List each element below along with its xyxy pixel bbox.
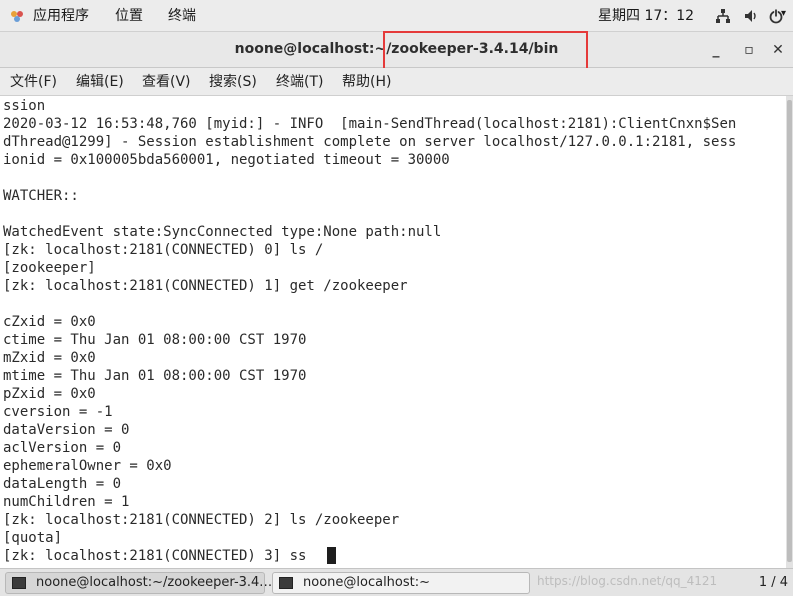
- top-bar: 应用程序 位置 终端 星期四 17：12 ▾: [0, 0, 793, 32]
- terminal-line: dataVersion = 0: [3, 422, 130, 438]
- applications-icon: [11, 11, 23, 22]
- terminal-icon: [279, 577, 293, 589]
- terminal-line: dataLength = 0: [3, 476, 122, 492]
- terminal-line: ephemeralOwner = 0x0: [3, 458, 172, 474]
- menu-file[interactable]: 文件(F): [10, 73, 57, 91]
- clock[interactable]: 星期四 17：12: [598, 7, 694, 25]
- terminal-line: dThread@1299] - Session establishment co…: [3, 134, 737, 150]
- terminal-line: mZxid = 0x0: [3, 350, 96, 366]
- terminal-app-menu[interactable]: 终端: [168, 7, 196, 25]
- taskbar-item-terminal-bin[interactable]: noone@localhost:~/zookeeper-3.4.…: [5, 572, 276, 594]
- terminal-line: 2020-03-12 16:53:48,760 [myid:] - INFO […: [3, 116, 737, 132]
- terminal-line: mtime = Thu Jan 01 08:00:00 CST 1970: [3, 368, 307, 384]
- terminal-prompt-line: [zk: localhost:2181(CONNECTED) 3] ss: [3, 548, 307, 564]
- terminal-line: cversion = -1: [3, 404, 113, 420]
- menu-bar: 文件(F) 编辑(E) 查看(V) 搜索(S) 终端(T) 帮助(H): [0, 68, 793, 96]
- volume-icon[interactable]: [743, 8, 759, 24]
- applications-menu[interactable]: 应用程序: [33, 7, 89, 25]
- terminal-output[interactable]: ssion 2020-03-12 16:53:48,760 [myid:] - …: [0, 96, 786, 568]
- terminal-line: ionid = 0x100005bda560001, negotiated ti…: [3, 152, 450, 168]
- menu-help[interactable]: 帮助(H): [342, 73, 391, 91]
- text-cursor: [327, 547, 336, 564]
- taskbar-item-terminal-home[interactable]: noone@localhost:~: [272, 572, 530, 594]
- terminal-line: [quota]: [3, 530, 63, 546]
- taskbar-item-label: noone@localhost:~/zookeeper-3.4.…: [36, 575, 277, 590]
- maximize-button[interactable]: ▫: [739, 42, 759, 58]
- network-icon[interactable]: [715, 8, 731, 24]
- menu-search[interactable]: 搜索(S): [209, 73, 257, 91]
- terminal-line: aclVersion = 0: [3, 440, 122, 456]
- terminal-line: [zk: localhost:2181(CONNECTED) 1] get /z…: [3, 278, 408, 294]
- terminal-line: pZxid = 0x0: [3, 386, 96, 402]
- terminal-line: ctime = Thu Jan 01 08:00:00 CST 1970: [3, 332, 307, 348]
- terminal-line: ssion: [3, 98, 46, 114]
- taskbar-item-label: noone@localhost:~: [303, 575, 431, 590]
- terminal-line: [zookeeper]: [3, 260, 96, 276]
- menu-edit[interactable]: 编辑(E): [76, 73, 124, 91]
- terminal-line: [zk: localhost:2181(CONNECTED) 2] ls /zo…: [3, 512, 400, 528]
- watermark: https://blog.csdn.net/qq_4121: [537, 574, 718, 588]
- window-list-bar: noone@localhost:~/zookeeper-3.4.… noone@…: [0, 568, 793, 596]
- workspace-pager[interactable]: 1 / 4: [754, 573, 788, 593]
- close-button[interactable]: ✕: [768, 42, 788, 58]
- minimize-button[interactable]: _: [706, 42, 726, 58]
- menu-terminal[interactable]: 终端(T): [276, 73, 323, 91]
- places-menu[interactable]: 位置: [115, 7, 143, 25]
- terminal-line: [zk: localhost:2181(CONNECTED) 0] ls /: [3, 242, 324, 258]
- terminal-icon: [12, 577, 26, 589]
- terminal-line: numChildren = 1: [3, 494, 130, 510]
- terminal-line: cZxid = 0x0: [3, 314, 96, 330]
- terminal-line: WatchedEvent state:SyncConnected type:No…: [3, 224, 442, 240]
- scrollbar-thumb[interactable]: [787, 100, 792, 562]
- system-menu-arrow-icon[interactable]: ▾: [781, 5, 786, 23]
- menu-view[interactable]: 查看(V): [142, 73, 191, 91]
- terminal-line: WATCHER::: [3, 188, 79, 204]
